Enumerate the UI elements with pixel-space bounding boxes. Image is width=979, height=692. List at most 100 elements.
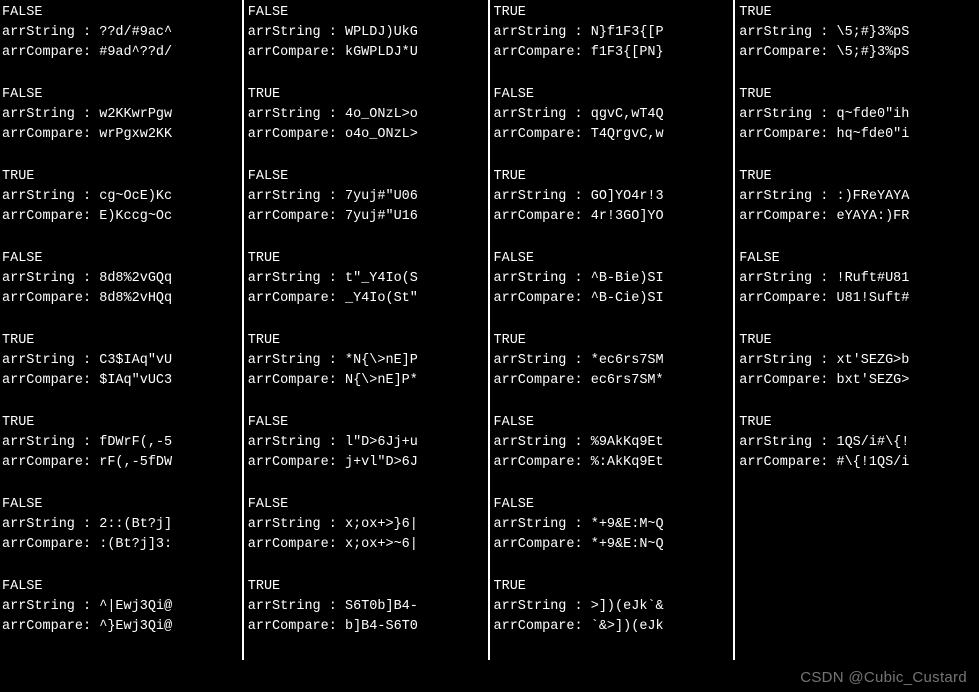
arr-compare-label: arrCompare: — [739, 373, 828, 388]
arr-compare-line: arrCompare: N{\>nE]P* — [248, 371, 486, 391]
arr-compare-value: :(Bt?j]3: — [91, 537, 172, 552]
arr-compare-value: eYAYA:)FR — [828, 209, 909, 224]
arr-string-line: arrString : *ec6rs7SM — [494, 351, 732, 371]
arr-string-line: arrString : 4o_ONzL>o — [248, 105, 486, 125]
result-block: TRUEarrString : t"_Y4Io(SarrCompare: _Y4… — [248, 249, 486, 309]
arr-string-line: arrString : N}f1F3{[P — [494, 23, 732, 43]
arr-compare-line: arrCompare: eYAYA:)FR — [739, 207, 977, 227]
result-flag: FALSE — [2, 85, 240, 105]
arr-compare-value: x;ox+>~6| — [337, 537, 418, 552]
arr-compare-line: arrCompare: #9ad^??d/ — [2, 43, 240, 63]
arr-string-label: arrString : — [2, 107, 91, 122]
result-flag: TRUE — [248, 85, 486, 105]
result-flag: TRUE — [494, 577, 732, 597]
arr-string-value: 7yuj#"U06 — [337, 189, 418, 204]
arr-string-label: arrString : — [2, 25, 91, 40]
arr-string-value: cg~OcE)Kc — [91, 189, 172, 204]
arr-string-line: arrString : cg~OcE)Kc — [2, 187, 240, 207]
arr-string-line: arrString : 2::(Bt?j] — [2, 515, 240, 535]
result-flag: FALSE — [248, 495, 486, 515]
result-block: FALSE arrString : w2KKwrPgw arrCompare: wr… — [2, 85, 240, 145]
arr-compare-label: arrCompare: — [248, 619, 337, 634]
result-flag: FALSE — [248, 3, 486, 23]
arr-string-value: q~fde0"ih — [828, 107, 909, 122]
arr-compare-line: arrCompare: b]B4-S6T0 — [248, 617, 486, 637]
result-block: TRUEarrString : cg~OcE)KcarrCompare: E)K… — [2, 167, 240, 227]
result-block: FALSEarrString : WPLDJ)UkGarrCompare: kG… — [248, 3, 486, 63]
arr-string-line: arrString : :)FReYAYA — [739, 187, 977, 207]
arr-string-label: arrString : — [2, 353, 91, 368]
arr-string-label: arrString : — [739, 25, 828, 40]
arr-string-label: arrString : — [248, 353, 337, 368]
arr-compare-value: f1F3{[PN} — [583, 45, 664, 60]
arr-compare-value: U81!Suft# — [828, 291, 909, 306]
result-flag: FALSE — [494, 413, 732, 433]
arr-string-value: fDWrF(,-5 — [91, 435, 172, 450]
arr-compare-value: 7yuj#"U16 — [337, 209, 418, 224]
result-block: TRUEarrString : xt'SEZG>barrCompare: bxt… — [739, 331, 977, 391]
arr-compare-value: 4r!3GO]YO — [583, 209, 664, 224]
arr-compare-label: arrCompare: — [248, 291, 337, 306]
arr-string-value: %9AkKq9Et — [583, 435, 664, 450]
result-flag: FALSE — [739, 249, 977, 269]
arr-compare-value: o4o_ONzL> — [337, 127, 418, 142]
arr-string-value: >])(eJk`& — [583, 599, 664, 614]
arr-compare-label: arrCompare: — [248, 209, 337, 224]
arr-string-label: arrString : — [739, 189, 828, 204]
arr-string-line: arrString : 8d8%2vGQq — [2, 269, 240, 289]
result-block: TRUEarrString : GO]YO4r!3arrCompare: 4r!… — [494, 167, 732, 227]
arr-compare-label: arrCompare: — [494, 619, 583, 634]
arr-string-value: *N{\>nE]P — [337, 353, 418, 368]
arr-string-value: S6T0b]B4- — [337, 599, 418, 614]
result-flag: FALSE — [2, 249, 240, 269]
result-block: TRUEarrString : 4o_ONzL>o arrCompare: o4o… — [248, 85, 486, 145]
arr-string-label: arrString : — [494, 435, 583, 450]
arr-compare-line: arrCompare: _Y4Io(St" — [248, 289, 486, 309]
arr-string-value: !Ruft#U81 — [828, 271, 909, 286]
result-block: TRUEarrString : 1QS/i#\{!arrCompare: #\{… — [739, 413, 977, 473]
column-2: FALSEarrString : WPLDJ)UkGarrCompare: kG… — [242, 0, 488, 660]
arr-compare-label: arrCompare: — [494, 45, 583, 60]
result-block: FALSEarrString : l"D>6Jj+uarrCompare: j+… — [248, 413, 486, 473]
arr-compare-label: arrCompare: — [2, 537, 91, 552]
arr-compare-value: #9ad^??d/ — [91, 45, 172, 60]
result-block: FALSEarrString : ??d/#9ac^arrCompare: #9… — [2, 3, 240, 63]
arr-compare-line: arrCompare: x;ox+>~6| — [248, 535, 486, 555]
arr-compare-line: arrCompare: \5;#}3%pS — [739, 43, 977, 63]
arr-compare-line: arrCompare: T4QrgvC,w — [494, 125, 732, 145]
arr-string-line: arrString : C3$IAq"vU — [2, 351, 240, 371]
arr-string-label: arrString : — [2, 599, 91, 614]
arr-compare-line: arrCompare: 8d8%2vHQq — [2, 289, 240, 309]
arr-string-value: xt'SEZG>b — [828, 353, 909, 368]
arr-string-value: 1QS/i#\{! — [828, 435, 909, 450]
arr-compare-line: arrCompare: rF(,-5fDW — [2, 453, 240, 473]
arr-compare-line: arrCompare: wrPgxw2KK — [2, 125, 240, 145]
arr-compare-value: bxt'SEZG> — [828, 373, 909, 388]
result-block: TRUEarrString : C3$IAq"vUarrCompare: $IA… — [2, 331, 240, 391]
arr-string-line: arrString : fDWrF(,-5 — [2, 433, 240, 453]
arr-string-value: w2KKwrPgw — [91, 107, 172, 122]
result-block: TRUEarrString : S6T0b]B4-arrCompare: b]B… — [248, 577, 486, 637]
arr-compare-label: arrCompare: — [739, 209, 828, 224]
arr-string-value: 2::(Bt?j] — [91, 517, 172, 532]
result-block: FALSEarrString : ^|Ewj3Qi@arrCompare: ^}… — [2, 577, 240, 637]
arr-string-label: arrString : — [494, 353, 583, 368]
result-flag: TRUE — [494, 167, 732, 187]
arr-compare-label: arrCompare: — [248, 45, 337, 60]
arr-compare-label: arrCompare: — [248, 127, 337, 142]
arr-compare-value: T4QrgvC,w — [583, 127, 664, 142]
arr-string-label: arrString : — [739, 353, 828, 368]
arr-string-label: arrString : — [494, 25, 583, 40]
arr-string-line: arrString : x;ox+>}6| — [248, 515, 486, 535]
arr-string-label: arrString : — [739, 271, 828, 286]
arr-string-line: arrString : ^B-Bie)SI — [494, 269, 732, 289]
arr-string-value: :)FReYAYA — [828, 189, 909, 204]
arr-compare-line: arrCompare: f1F3{[PN} — [494, 43, 732, 63]
arr-compare-value: \5;#}3%pS — [828, 45, 909, 60]
result-block: TRUEarrString : q~fde0"iharrCompare: hq~… — [739, 85, 977, 145]
arr-string-line: arrString : q~fde0"ih — [739, 105, 977, 125]
arr-compare-line: arrCompare: 7yuj#"U16 — [248, 207, 486, 227]
result-flag: FALSE — [2, 577, 240, 597]
arr-string-value: N}f1F3{[P — [583, 25, 664, 40]
arr-compare-value: $IAq"vUC3 — [91, 373, 172, 388]
